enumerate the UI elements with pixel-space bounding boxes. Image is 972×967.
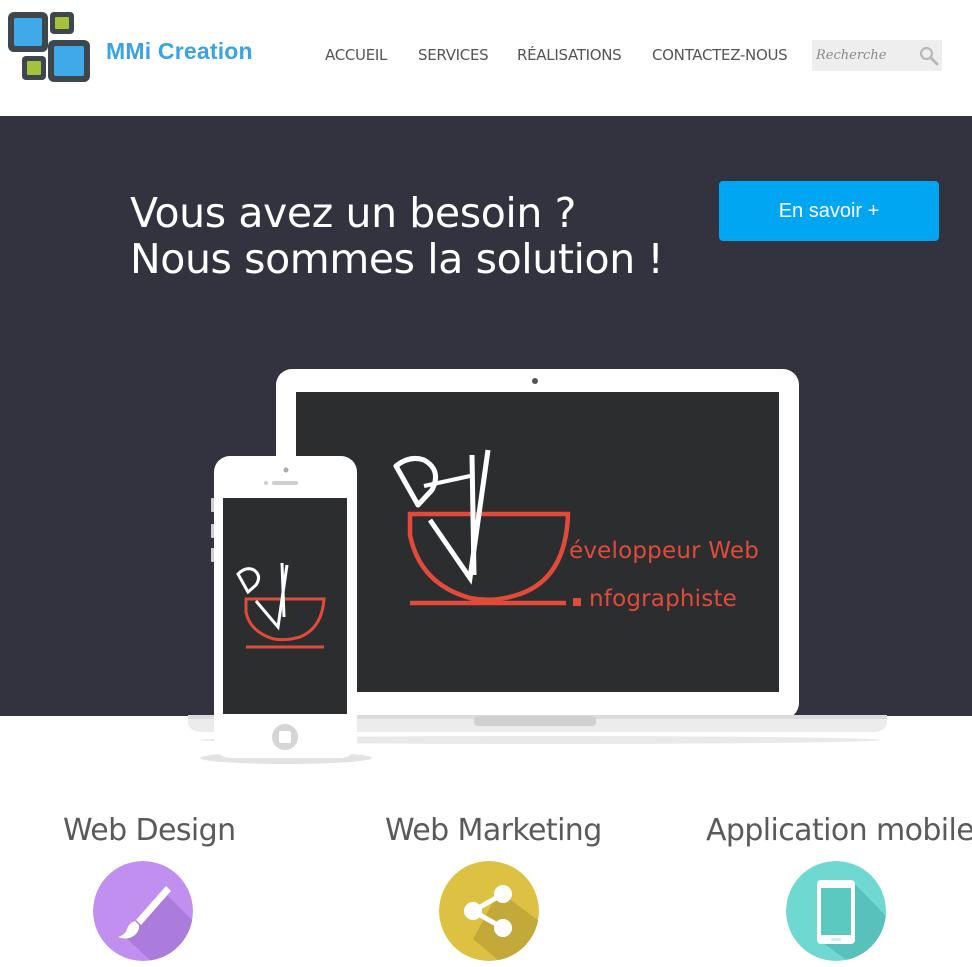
service-title-web-marketing[interactable]: Web Marketing bbox=[385, 813, 602, 848]
devices-illustration bbox=[188, 369, 887, 764]
smartphone-icon[interactable] bbox=[786, 861, 886, 961]
screen-text-line-2: nfographiste bbox=[589, 586, 738, 612]
screen-text-line-1: éveloppeur Web bbox=[569, 538, 760, 564]
phone-illustration bbox=[200, 456, 372, 764]
service-title-application-mobile[interactable]: Application mobile bbox=[706, 813, 972, 848]
paintbrush-icon[interactable] bbox=[93, 861, 193, 961]
service-title-web-design[interactable]: Web Design bbox=[63, 813, 236, 848]
share-icon[interactable] bbox=[439, 861, 539, 961]
